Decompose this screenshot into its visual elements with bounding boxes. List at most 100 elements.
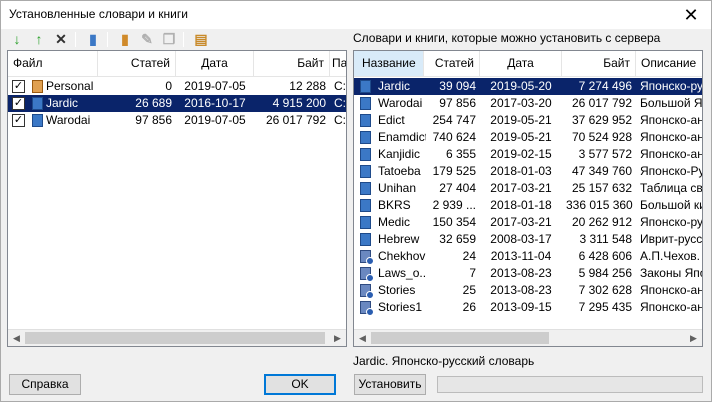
server-row[interactable]: Enamdict 740 624 2019-05-21 70 524 928 Японс… xyxy=(354,129,702,146)
pencil-icon[interactable]: ✎ xyxy=(137,30,157,48)
dictionary-icon xyxy=(360,216,371,229)
dictionary-name: Warodai xyxy=(46,113,91,127)
book-icon[interactable]: ▮ xyxy=(83,30,103,48)
server-list[interactable]: Название Статей Дата Байт Описание Jardi… xyxy=(353,50,703,347)
dictionary-name: Laws_o... xyxy=(378,266,426,280)
dictionary-name: Edict xyxy=(378,113,405,127)
article-count: 0 xyxy=(165,79,172,93)
date: 2017-03-21 xyxy=(490,181,552,195)
help-button[interactable]: Справка xyxy=(9,374,81,395)
move-down-icon[interactable]: ↓ xyxy=(7,30,27,48)
column-header-name[interactable]: Название xyxy=(354,51,424,76)
file-path: C: xyxy=(334,113,346,127)
byte-size: 26 017 792 xyxy=(571,96,632,110)
byte-size: 7 295 435 xyxy=(578,300,632,314)
byte-size: 37 629 952 xyxy=(571,113,632,127)
installed-row[interactable]: ✓ Personal 0 2019-07-05 12 288 C: xyxy=(8,78,346,95)
server-row[interactable]: Stories 25 2013-08-23 7 302 628 Японско-анг xyxy=(354,282,702,299)
column-header-articles[interactable]: Статей xyxy=(98,51,176,76)
dictionary-name: Warodai xyxy=(378,96,423,110)
column-header-path[interactable]: Па xyxy=(330,51,346,76)
description: А.П.Чехов. С xyxy=(640,249,702,263)
dictionary-icon xyxy=(360,233,371,246)
description: Японско-Русс xyxy=(640,164,702,178)
server-row[interactable]: Edict 254 747 2019-05-21 37 629 952 Японско-… xyxy=(354,112,702,129)
dictionary-name: Jardic xyxy=(378,79,411,93)
column-header-description[interactable]: Описание xyxy=(636,51,702,76)
close-icon[interactable]: ✕ xyxy=(671,1,711,29)
server-row[interactable]: Laws_o... 7 2013-08-23 5 984 256 Законы Япо xyxy=(354,265,702,282)
server-row[interactable]: Kanjidic 6 355 2019-02-15 3 577 572 Японско-… xyxy=(354,146,702,163)
enable-checkbox[interactable]: ✓ xyxy=(12,80,25,93)
server-row[interactable]: BKRS 2 939 ... 2018-01-18 336 015 360 Большо… xyxy=(354,197,702,214)
description: Иврит-русск xyxy=(640,232,703,246)
byte-size: 3 577 572 xyxy=(578,147,632,161)
copy-icon[interactable]: ❐ xyxy=(159,30,179,48)
properties-icon[interactable]: ▤ xyxy=(191,30,211,48)
title-bar: Установленные словари и книги ✕ xyxy=(1,1,711,29)
server-row[interactable]: Medic 150 354 2017-03-21 20 262 912 Японско-… xyxy=(354,214,703,231)
column-header-bytes[interactable]: Байт xyxy=(562,51,636,76)
enable-checkbox[interactable]: ✓ xyxy=(12,114,25,127)
description: Японско-рус xyxy=(640,215,703,229)
description: Большой Японско xyxy=(640,96,703,110)
scroll-right-icon[interactable]: ▶ xyxy=(329,330,346,346)
installed-list[interactable]: Файл Статей Дата Байт Па ✓ Personal 0 2019-… xyxy=(7,50,347,347)
install-progress-bar xyxy=(437,376,703,393)
scroll-left-icon[interactable]: ◀ xyxy=(354,330,371,346)
dictionary-name: Kanjidic xyxy=(378,147,421,161)
enable-checkbox[interactable]: ✓ xyxy=(12,97,25,110)
scroll-left-icon[interactable]: ◀ xyxy=(8,330,25,346)
byte-size: 20 262 912 xyxy=(571,215,632,229)
dictionary-icon xyxy=(360,182,371,195)
dictionary-icon xyxy=(360,114,371,127)
delete-icon[interactable]: ✕ xyxy=(51,30,71,48)
article-count: 27 404 xyxy=(439,181,476,195)
dictionary-name: Jardic xyxy=(46,96,79,110)
column-header-date[interactable]: Дата xyxy=(480,51,562,76)
file-path: C: xyxy=(334,96,346,110)
server-row[interactable]: Hebrew 32 659 2008-03-17 3 311 548 Иврит-рус… xyxy=(354,231,703,248)
edit-book-icon[interactable]: ▮ xyxy=(115,30,135,48)
date: 2019-07-05 xyxy=(184,113,246,127)
server-list-heading: Словари и книги, которые можно установит… xyxy=(353,31,661,45)
date: 2019-05-21 xyxy=(490,130,552,144)
dictionary-icon xyxy=(360,97,371,110)
ok-button[interactable]: OK xyxy=(264,374,336,395)
scroll-thumb[interactable] xyxy=(371,332,549,344)
book-collection-icon xyxy=(360,301,374,316)
server-row[interactable]: Jardic 39 094 2019-05-20 7 274 496 Японско-р… xyxy=(354,78,702,95)
column-header-articles[interactable]: Статей xyxy=(424,51,480,76)
article-count: 25 xyxy=(462,283,476,297)
scroll-right-icon[interactable]: ▶ xyxy=(685,330,702,346)
article-count: 26 689 xyxy=(135,96,172,110)
byte-size: 3 311 548 xyxy=(579,232,633,246)
scroll-thumb[interactable] xyxy=(25,332,325,344)
install-button[interactable]: Установить xyxy=(354,374,426,395)
date: 2013-08-23 xyxy=(490,266,552,280)
server-list-header: Название Статей Дата Байт Описание xyxy=(354,51,702,77)
server-row[interactable]: Unihan 27 404 2017-03-21 25 157 632 Таблица … xyxy=(354,180,702,197)
article-count: 179 525 xyxy=(432,164,476,178)
byte-size: 7 302 628 xyxy=(578,283,632,297)
server-row[interactable]: Stories1 26 2013-09-15 7 295 435 Японско-анг xyxy=(354,299,702,316)
server-row[interactable]: Warodai 97 856 2017-03-20 26 017 792 Большой… xyxy=(354,95,703,112)
installed-row[interactable]: ✓ Warodai 97 856 2019-07-05 26 017 792 C: xyxy=(8,112,346,129)
column-header-file[interactable]: Файл xyxy=(8,51,98,76)
server-row[interactable]: Chekhov 24 2013-11-04 6 428 606 А.П.Чехов. С xyxy=(354,248,702,265)
server-horizontal-scrollbar[interactable]: ◀ ▶ xyxy=(354,329,702,346)
byte-size: 70 524 928 xyxy=(571,130,632,144)
date: 2019-05-21 xyxy=(490,113,552,127)
description: Японско-англ xyxy=(640,147,702,161)
dictionary-name: Chekhov xyxy=(378,249,426,263)
column-header-bytes[interactable]: Байт xyxy=(254,51,330,76)
installed-row[interactable]: ✓ Jardic 26 689 2016-10-17 4 915 200 C: xyxy=(8,95,346,112)
column-header-date[interactable]: Дата xyxy=(176,51,254,76)
article-count: 2 939 ... xyxy=(432,198,476,212)
server-row[interactable]: Tatoeba 179 525 2018-01-03 47 349 760 Японск… xyxy=(354,163,702,180)
selected-description: Jardic. Японско-русский словарь xyxy=(353,354,535,368)
dictionary-name: Enamdict xyxy=(378,130,426,144)
dictionary-name: Tatoeba xyxy=(378,164,421,178)
installed-horizontal-scrollbar[interactable]: ◀ ▶ xyxy=(8,329,346,346)
move-up-icon[interactable]: ↑ xyxy=(29,30,49,48)
